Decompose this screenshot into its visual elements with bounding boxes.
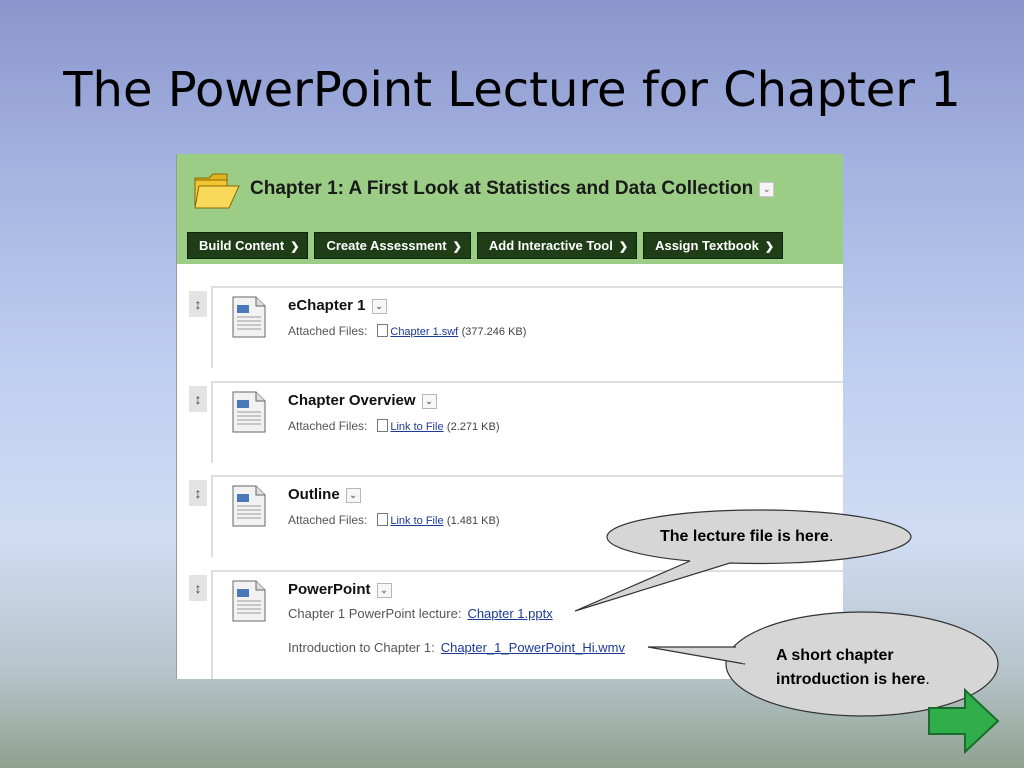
content-item-chapter-overview: ↕ Chapter Overview ⌄ Attached Files: Link … bbox=[177, 381, 843, 471]
attached-files: Attached Files: Chapter 1.swf (377.246 KB… bbox=[288, 324, 526, 338]
attached-file: Chapter 1.swf (377.246 KB) bbox=[377, 324, 526, 338]
lecture-callout-text: The lecture file is here. bbox=[660, 528, 833, 546]
course-content-screenshot: Chapter 1: A First Look at Statistics an… bbox=[176, 154, 843, 679]
add-interactive-tool-button[interactable]: Add Interactive Tool ❯ bbox=[476, 232, 638, 259]
chevron-down-icon: ❯ bbox=[452, 241, 462, 253]
chevron-down-icon: ❯ bbox=[290, 241, 300, 253]
chapter-title-text: Chapter 1: A First Look at Statistics an… bbox=[250, 178, 754, 199]
document-icon bbox=[232, 485, 266, 527]
slide-title: The PowerPoint Lecture for Chapter 1 bbox=[63, 62, 961, 118]
file-link[interactable]: Link to File bbox=[390, 421, 443, 433]
intro-link[interactable]: Chapter_1_PowerPoint_Hi.wmv bbox=[441, 640, 625, 655]
toolbar: Build Content ❯ Create Assessment ❯ Add In… bbox=[187, 232, 784, 259]
chevron-down-icon: ❯ bbox=[618, 241, 629, 253]
file-icon bbox=[377, 513, 389, 526]
drag-handle-icon[interactable]: ↕ bbox=[189, 575, 207, 601]
callout-line: introduction is here. bbox=[776, 668, 930, 692]
item-title-text: Outline bbox=[288, 486, 340, 503]
build-content-button[interactable]: Build Content ❯ bbox=[187, 232, 309, 259]
lecture-link[interactable]: Chapter 1.pptx bbox=[467, 606, 552, 621]
chevron-down-icon[interactable]: ⌄ bbox=[759, 182, 775, 197]
file-size: (377.246 KB) bbox=[461, 326, 527, 338]
chevron-down-icon[interactable]: ⌄ bbox=[421, 394, 437, 409]
assign-textbook-button[interactable]: Assign Textbook ❯ bbox=[643, 232, 784, 259]
item-title[interactable]: Chapter Overview ⌄ bbox=[288, 392, 437, 409]
lecture-line: Chapter 1 PowerPoint lecture: Chapter 1.p… bbox=[288, 606, 553, 621]
button-label: Assign Textbook bbox=[655, 238, 759, 253]
item-title-text: eChapter 1 bbox=[288, 297, 366, 314]
content-area-header: Chapter 1: A First Look at Statistics an… bbox=[177, 154, 843, 264]
attached-files: Attached Files: Link to File (1.481 KB) bbox=[288, 513, 500, 527]
file-size: (1.481 KB) bbox=[446, 515, 500, 527]
file-link[interactable]: Link to File bbox=[390, 515, 443, 527]
lecture-label: Chapter 1 PowerPoint lecture: bbox=[288, 606, 462, 621]
document-icon bbox=[232, 580, 266, 622]
document-icon bbox=[232, 296, 266, 338]
drag-handle-icon[interactable]: ↕ bbox=[189, 386, 207, 412]
attach-label: Attached Files: bbox=[288, 419, 368, 433]
button-label: Create Assessment bbox=[326, 238, 447, 253]
chevron-down-icon[interactable]: ⌄ bbox=[376, 583, 392, 598]
item-title[interactable]: eChapter 1 ⌄ bbox=[288, 297, 387, 314]
chapter-title[interactable]: Chapter 1: A First Look at Statistics an… bbox=[250, 178, 775, 200]
item-title[interactable]: Outline ⌄ bbox=[288, 486, 361, 503]
attached-file: Link to File (2.271 KB) bbox=[377, 419, 500, 433]
folder-icon bbox=[194, 173, 240, 209]
next-slide-button[interactable] bbox=[929, 690, 999, 752]
callout-text: introduction is here bbox=[776, 671, 926, 688]
chevron-down-icon[interactable]: ⌄ bbox=[371, 299, 387, 314]
callout-period: . bbox=[925, 671, 930, 688]
file-link[interactable]: Chapter 1.swf bbox=[390, 326, 458, 338]
button-label: Build Content bbox=[199, 238, 285, 253]
attached-file: Link to File (1.481 KB) bbox=[377, 513, 500, 527]
attached-files: Attached Files: Link to File (2.271 KB) bbox=[288, 419, 500, 433]
file-icon bbox=[377, 324, 389, 337]
intro-line: Introduction to Chapter 1: Chapter_1_Powe… bbox=[288, 640, 625, 655]
drag-handle-icon[interactable]: ↕ bbox=[189, 480, 207, 506]
drag-handle-icon[interactable]: ↕ bbox=[189, 291, 207, 317]
button-label: Add Interactive Tool bbox=[488, 238, 613, 253]
attach-label: Attached Files: bbox=[288, 324, 368, 338]
chevron-down-icon: ❯ bbox=[764, 241, 775, 253]
callout-text: The lecture file is here bbox=[660, 528, 829, 545]
file-size: (2.271 KB) bbox=[446, 421, 500, 433]
file-icon bbox=[377, 419, 389, 432]
callout-line: A short chapter bbox=[776, 647, 894, 664]
content-item-echapter: ↕ eChapter 1 ⌄ Attached Files: Chapter 1.s… bbox=[177, 286, 843, 376]
intro-label: Introduction to Chapter 1: bbox=[288, 640, 435, 655]
content-item-powerpoint: ↕ PowerPoint ⌄ Chapter 1 PowerPoint lectu… bbox=[177, 570, 843, 679]
item-title-text: Chapter Overview bbox=[288, 392, 416, 409]
document-icon bbox=[232, 391, 266, 433]
content-item-outline: ↕ Outline ⌄ Attached Files: Link to File (… bbox=[177, 475, 843, 565]
chevron-down-icon[interactable]: ⌄ bbox=[345, 488, 361, 503]
create-assessment-button[interactable]: Create Assessment ❯ bbox=[314, 232, 471, 259]
item-title[interactable]: PowerPoint ⌄ bbox=[288, 581, 392, 598]
attach-label: Attached Files: bbox=[288, 513, 368, 527]
intro-callout-text: A short chapter introduction is here. bbox=[776, 644, 930, 692]
item-title-text: PowerPoint bbox=[288, 581, 371, 598]
callout-period: . bbox=[828, 528, 834, 545]
